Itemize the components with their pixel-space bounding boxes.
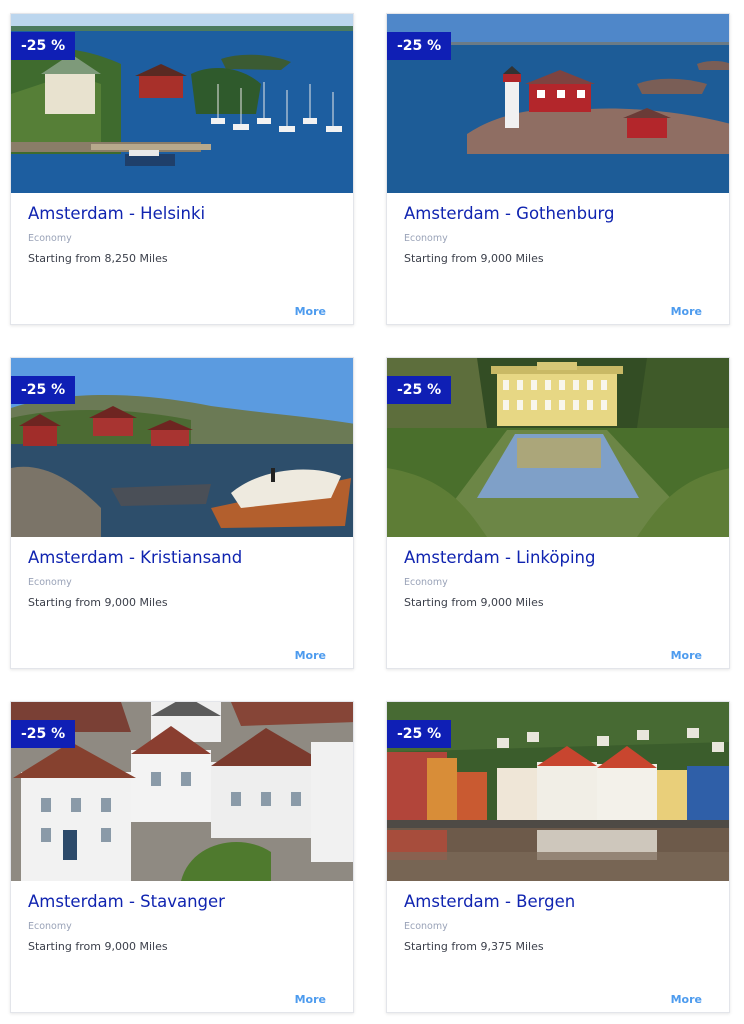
route-title[interactable]: Amsterdam - Kristiansand xyxy=(28,548,242,567)
route-title[interactable]: Amsterdam - Gothenburg xyxy=(404,204,615,223)
cabin-class: Economy xyxy=(28,233,72,244)
deals-grid: -25 % Amsterdam - Helsinki Economy Start… xyxy=(0,0,744,1024)
starting-price: Starting from 9,000 Miles xyxy=(28,596,168,609)
deal-card[interactable]: -25 % Amsterdam - Bergen Economy Startin… xyxy=(386,701,730,1013)
starting-price: Starting from 9,375 Miles xyxy=(404,940,544,953)
more-link[interactable]: More xyxy=(295,305,326,318)
more-link[interactable]: More xyxy=(671,649,702,662)
deal-card[interactable]: -25 % Amsterdam - Kristiansand Economy S… xyxy=(10,357,354,669)
cabin-class: Economy xyxy=(28,921,72,932)
discount-badge: -25 % xyxy=(11,720,76,748)
route-title[interactable]: Amsterdam - Linköping xyxy=(404,548,595,567)
cabin-class: Economy xyxy=(404,233,448,244)
starting-price: Starting from 9,000 Miles xyxy=(404,596,544,609)
more-link[interactable]: More xyxy=(671,993,702,1006)
cabin-class: Economy xyxy=(404,921,448,932)
route-title[interactable]: Amsterdam - Bergen xyxy=(404,892,575,911)
deal-card[interactable]: -25 % Amsterdam - Stavanger Economy Star… xyxy=(10,701,354,1013)
more-link[interactable]: More xyxy=(671,305,702,318)
route-title[interactable]: Amsterdam - Helsinki xyxy=(28,204,205,223)
deal-card[interactable]: -25 % Amsterdam - Gothenburg Economy Sta… xyxy=(386,13,730,325)
more-link[interactable]: More xyxy=(295,993,326,1006)
more-link[interactable]: More xyxy=(295,649,326,662)
deal-card[interactable]: -25 % Amsterdam - Linköping Economy Star… xyxy=(386,357,730,669)
starting-price: Starting from 9,000 Miles xyxy=(404,252,544,265)
discount-badge: -25 % xyxy=(387,376,452,404)
starting-price: Starting from 9,000 Miles xyxy=(28,940,168,953)
discount-badge: -25 % xyxy=(387,720,452,748)
deal-card[interactable]: -25 % Amsterdam - Helsinki Economy Start… xyxy=(10,13,354,325)
discount-badge: -25 % xyxy=(11,32,76,60)
cabin-class: Economy xyxy=(404,577,448,588)
discount-badge: -25 % xyxy=(387,32,452,60)
starting-price: Starting from 8,250 Miles xyxy=(28,252,168,265)
discount-badge: -25 % xyxy=(11,376,76,404)
route-title[interactable]: Amsterdam - Stavanger xyxy=(28,892,225,911)
cabin-class: Economy xyxy=(28,577,72,588)
